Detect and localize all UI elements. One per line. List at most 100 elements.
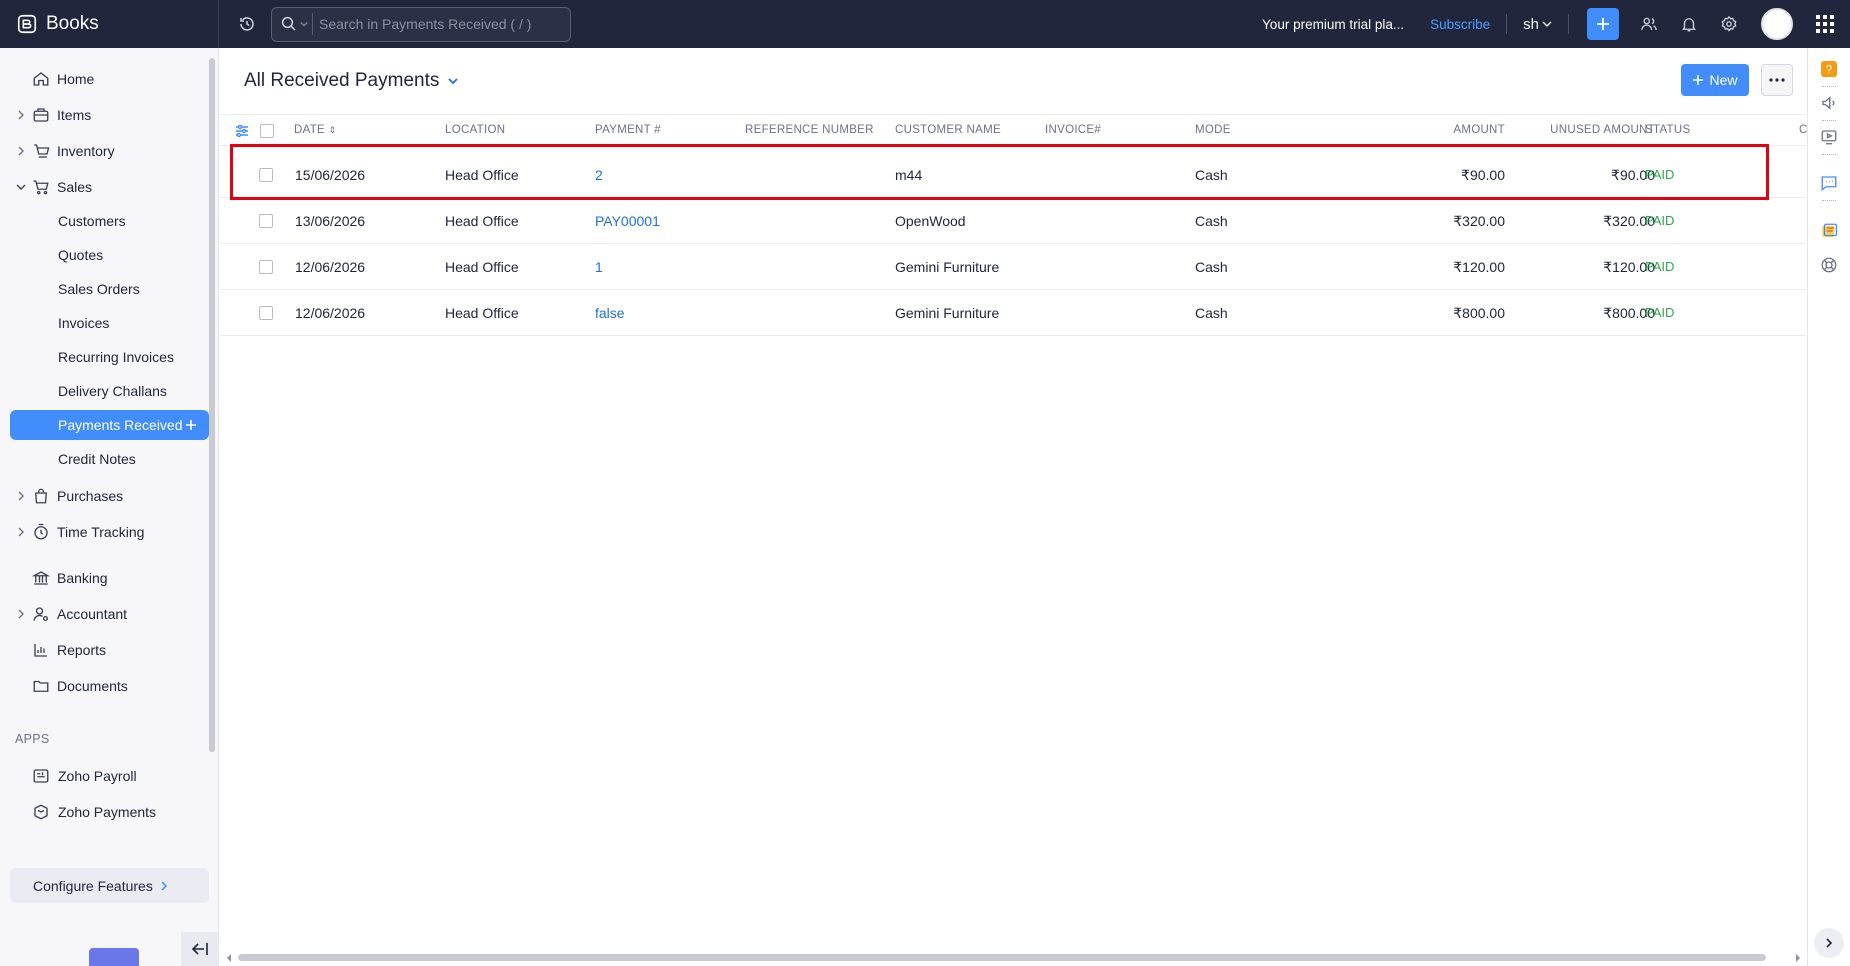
row-checkbox[interactable] bbox=[259, 260, 273, 274]
row-checkbox[interactable] bbox=[259, 306, 273, 320]
cell-unused-amount: ₹120.00 bbox=[1603, 259, 1655, 275]
users-button[interactable] bbox=[1639, 14, 1659, 34]
sidebar-item-quotes[interactable]: Quotes bbox=[10, 240, 209, 270]
search-box[interactable] bbox=[271, 6, 571, 42]
cell-payment-number[interactable]: PAY00001 bbox=[595, 213, 660, 229]
sidebar-item-label: Invoices bbox=[58, 315, 110, 331]
column-header-payment-number[interactable]: PAYMENT # bbox=[595, 124, 661, 136]
notifications-button[interactable] bbox=[1679, 14, 1699, 34]
quick-create-button[interactable] bbox=[1587, 8, 1619, 40]
plus-icon bbox=[1597, 18, 1609, 30]
sidebar-item-label: Documents bbox=[57, 677, 128, 694]
new-payment-button[interactable]: New bbox=[1681, 64, 1749, 96]
sidebar-scrollbar[interactable] bbox=[209, 58, 215, 752]
cell-payment-number[interactable]: 1 bbox=[595, 259, 603, 275]
trial-banner-text[interactable]: Your premium trial pla... bbox=[1262, 17, 1404, 32]
collapse-sidebar-button[interactable] bbox=[181, 932, 219, 966]
chevron-down-icon[interactable] bbox=[16, 182, 26, 192]
column-header-unused-amount[interactable]: UNUSED AMOUNT bbox=[1515, 124, 1655, 136]
column-header-location[interactable]: LOCATION bbox=[445, 124, 505, 136]
chevron-right-icon[interactable] bbox=[16, 146, 26, 156]
column-header-mode[interactable]: MODE bbox=[1195, 124, 1231, 136]
sidebar-item-delivery-challans[interactable]: Delivery Challans bbox=[10, 376, 209, 406]
scroll-right-icon[interactable] bbox=[1794, 954, 1802, 962]
sidebar-item-reports[interactable]: Reports bbox=[10, 634, 209, 665]
column-header-customer-name[interactable]: CUSTOMER NAME bbox=[895, 124, 1001, 136]
sidebar-item-inventory[interactable]: Inventory bbox=[10, 135, 209, 166]
cell-unused-amount: ₹800.00 bbox=[1603, 305, 1655, 321]
announcement-icon[interactable] bbox=[1820, 94, 1838, 112]
sidebar-item-sales[interactable]: Sales bbox=[10, 171, 209, 202]
sidebar-item-zoho-payroll[interactable]: Zoho Payroll bbox=[10, 760, 209, 791]
sidebar-item-credit-notes[interactable]: Credit Notes bbox=[10, 444, 209, 474]
promo-banner[interactable] bbox=[89, 948, 139, 966]
sort-icon[interactable]: ⇕ bbox=[329, 125, 337, 135]
brand[interactable]: Books bbox=[0, 0, 219, 48]
sidebar-item-accountant[interactable]: Accountant bbox=[10, 598, 209, 629]
sidebar-item-invoices[interactable]: Invoices bbox=[10, 308, 209, 338]
table-row[interactable]: 12/06/2026 Head Office false Gemini Furn… bbox=[220, 290, 1806, 336]
scroll-left-icon[interactable] bbox=[225, 954, 233, 962]
sidebar-item-label: Credit Notes bbox=[58, 451, 136, 467]
recent-activity-button[interactable] bbox=[235, 12, 259, 36]
table-row[interactable]: 12/06/2026 Head Office 1 Gemini Furnitur… bbox=[220, 244, 1806, 290]
horizontal-scrollbar[interactable] bbox=[238, 954, 1766, 961]
sidebar-item-banking[interactable]: Banking bbox=[10, 562, 209, 593]
column-header-status[interactable]: STATUS bbox=[1645, 124, 1690, 136]
view-selector[interactable]: All Received Payments bbox=[244, 70, 459, 92]
cell-location: Head Office bbox=[445, 213, 519, 229]
column-header-date[interactable]: DATE ⇕ bbox=[294, 124, 336, 136]
chevron-right-icon[interactable] bbox=[16, 609, 26, 619]
row-checkbox[interactable] bbox=[259, 214, 273, 228]
sidebar-item-label: Zoho Payroll bbox=[58, 767, 137, 784]
chevron-down-icon[interactable] bbox=[300, 20, 308, 28]
column-header-reference-number[interactable]: REFERENCE NUMBER bbox=[745, 124, 874, 136]
apps-marketplace-icon[interactable] bbox=[1820, 222, 1838, 240]
sidebar-item-customers[interactable]: Customers bbox=[10, 206, 209, 236]
books-logo-icon bbox=[17, 14, 37, 34]
search-input[interactable] bbox=[319, 16, 549, 32]
app-grid-icon[interactable] bbox=[1815, 14, 1835, 34]
cell-location: Head Office bbox=[445, 259, 519, 275]
avatar[interactable] bbox=[1761, 8, 1793, 40]
sidebar-item-home[interactable]: Home bbox=[10, 63, 209, 94]
search-icon[interactable] bbox=[280, 15, 298, 33]
column-filter-icon[interactable] bbox=[235, 124, 249, 138]
cell-payment-number[interactable]: false bbox=[595, 305, 625, 321]
chevron-right-icon[interactable] bbox=[16, 491, 26, 501]
cell-customer-name: Gemini Furniture bbox=[895, 259, 1000, 275]
chat-icon[interactable] bbox=[1820, 174, 1838, 192]
chevron-right-icon[interactable] bbox=[16, 110, 26, 120]
plus-icon[interactable] bbox=[183, 417, 199, 433]
column-header-amount[interactable]: AMOUNT bbox=[1415, 124, 1505, 136]
help-icon[interactable]: ? bbox=[1820, 60, 1838, 78]
sidebar-item-zoho-payments[interactable]: Zoho Payments bbox=[10, 796, 209, 827]
expand-rail-button[interactable] bbox=[1814, 928, 1844, 958]
column-header-invoice[interactable]: INVOICE# bbox=[1045, 124, 1101, 136]
sidebar-item-documents[interactable]: Documents bbox=[10, 670, 209, 701]
select-all-checkbox[interactable] bbox=[260, 124, 274, 138]
video-icon[interactable] bbox=[1820, 128, 1838, 146]
cart-icon bbox=[33, 179, 49, 194]
more-options-button[interactable] bbox=[1761, 64, 1793, 96]
app-name: Books bbox=[46, 13, 99, 34]
sidebar-item-payments-received[interactable]: Payments Received bbox=[10, 410, 209, 440]
org-switcher[interactable]: sh bbox=[1523, 16, 1552, 33]
sidebar-item-sales-orders[interactable]: Sales Orders bbox=[10, 274, 209, 304]
chevron-right-icon[interactable] bbox=[16, 527, 26, 537]
page-title: All Received Payments bbox=[244, 70, 440, 91]
divider bbox=[1822, 120, 1836, 121]
sidebar-item-recurring-invoices[interactable]: Recurring Invoices bbox=[10, 342, 209, 372]
table-row[interactable]: 13/06/2026 Head Office PAY00001 OpenWood… bbox=[220, 198, 1806, 244]
sidebar-item-items[interactable]: Items bbox=[10, 99, 209, 130]
subscribe-link[interactable]: Subscribe bbox=[1430, 17, 1490, 32]
support-icon[interactable] bbox=[1820, 256, 1838, 274]
settings-button[interactable] bbox=[1719, 14, 1739, 34]
payroll-icon bbox=[33, 768, 49, 783]
cell-location: Head Office bbox=[445, 305, 519, 321]
status-badge: PAID bbox=[1645, 259, 1675, 274]
sidebar-item-purchases[interactable]: Purchases bbox=[10, 480, 209, 511]
configure-features-button[interactable]: Configure Features bbox=[10, 868, 209, 903]
bag-icon bbox=[35, 488, 47, 503]
sidebar-item-time-tracking[interactable]: Time Tracking bbox=[10, 516, 209, 547]
